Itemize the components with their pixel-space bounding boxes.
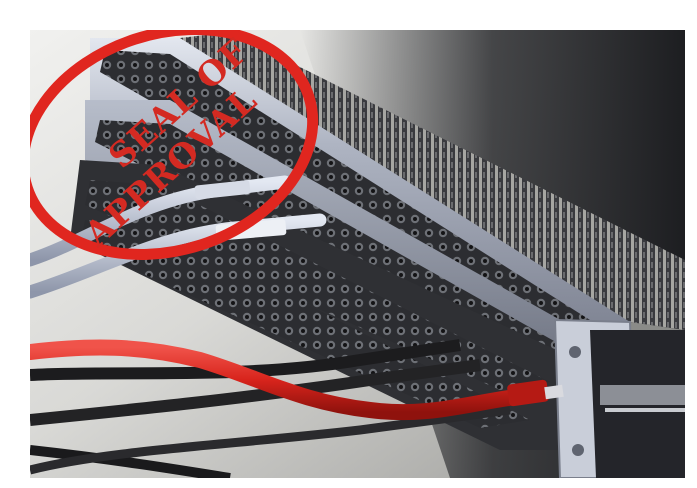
- patch-bay-photo: SEAL OF APPROVAL: [30, 30, 685, 478]
- image-canvas: SEAL OF APPROVAL: [0, 0, 697, 488]
